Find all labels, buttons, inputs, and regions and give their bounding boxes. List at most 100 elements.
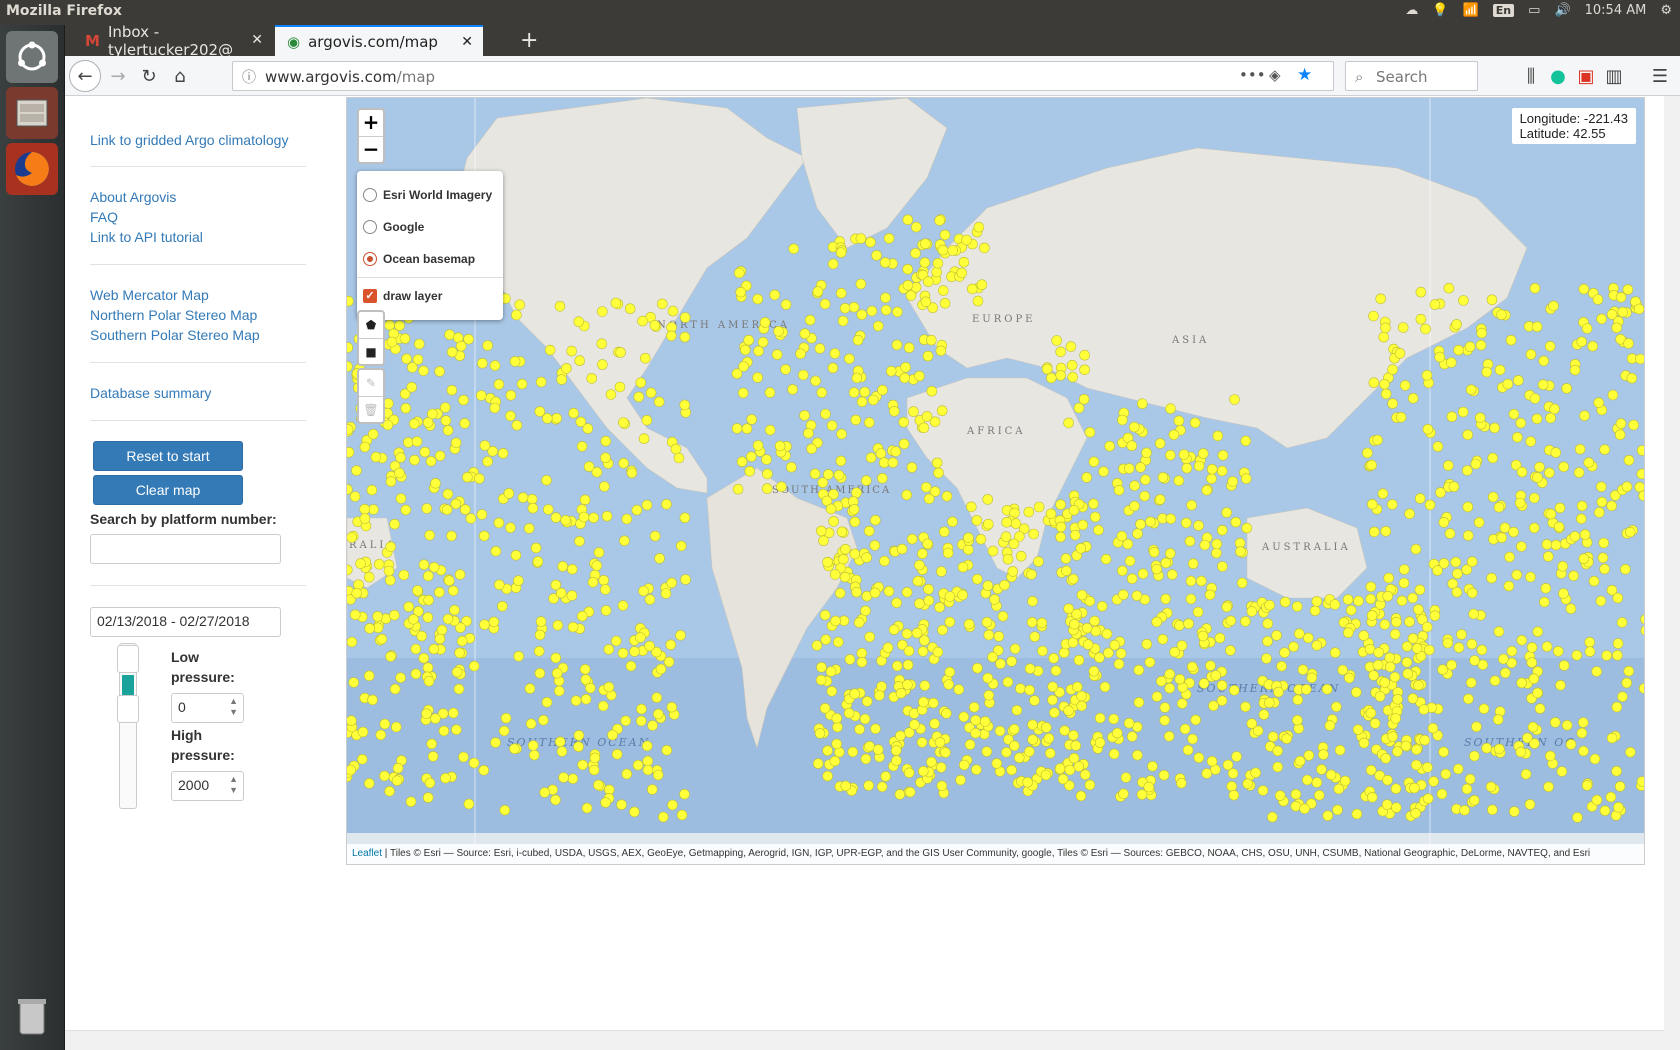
page-actions-icon[interactable]: ••• xyxy=(1239,66,1266,84)
float-marker[interactable] xyxy=(1365,707,1377,719)
float-marker[interactable] xyxy=(680,574,691,585)
battery-icon[interactable]: ▭ xyxy=(1528,3,1540,18)
float-marker[interactable] xyxy=(598,574,610,586)
float-marker[interactable] xyxy=(1126,731,1138,742)
float-marker[interactable] xyxy=(497,600,508,612)
tab-argovis[interactable]: ◉ argovis.com/map ✕ xyxy=(275,25,483,56)
float-marker[interactable] xyxy=(1382,590,1393,602)
float-marker[interactable] xyxy=(1623,454,1635,466)
float-marker[interactable] xyxy=(1399,380,1411,391)
float-marker[interactable] xyxy=(1128,421,1140,433)
float-marker[interactable] xyxy=(1380,753,1392,764)
float-marker[interactable] xyxy=(1383,572,1394,584)
float-marker[interactable] xyxy=(1345,604,1357,616)
float-marker[interactable] xyxy=(1204,589,1216,601)
float-marker[interactable] xyxy=(1525,571,1536,583)
float-marker[interactable] xyxy=(1235,546,1246,557)
float-marker[interactable] xyxy=(855,233,867,244)
float-marker[interactable] xyxy=(575,416,587,428)
float-marker[interactable] xyxy=(1262,635,1273,647)
float-marker[interactable] xyxy=(1033,501,1045,513)
float-marker[interactable] xyxy=(1613,801,1624,813)
float-marker[interactable] xyxy=(934,737,946,748)
float-marker[interactable] xyxy=(877,384,888,396)
ubuntu-dash-icon[interactable] xyxy=(6,31,58,83)
float-marker[interactable] xyxy=(926,385,938,397)
url-bar[interactable]: ⓘ www.argovis.com/map ••• ◈ ★ xyxy=(232,61,1334,91)
float-marker[interactable] xyxy=(560,514,571,526)
float-marker[interactable] xyxy=(679,331,691,343)
float-marker[interactable] xyxy=(1104,440,1116,452)
float-marker[interactable] xyxy=(844,654,856,665)
platform-search-input[interactable] xyxy=(90,534,281,564)
map-canvas[interactable]: NORTH AMERICA EUROPE ASIA AFRICA SOUTH A… xyxy=(347,98,1645,865)
float-marker[interactable] xyxy=(905,290,917,301)
float-marker[interactable] xyxy=(1428,776,1439,787)
float-marker[interactable] xyxy=(917,765,929,777)
float-marker[interactable] xyxy=(1528,673,1540,685)
float-marker[interactable] xyxy=(655,663,667,675)
float-marker[interactable] xyxy=(1576,336,1587,348)
float-marker[interactable] xyxy=(940,747,951,758)
float-marker[interactable] xyxy=(875,448,887,459)
float-marker[interactable] xyxy=(1309,605,1321,617)
float-marker[interactable] xyxy=(1281,733,1293,745)
bookmark-star-icon[interactable]: ★ xyxy=(1297,65,1312,85)
float-marker[interactable] xyxy=(1240,473,1252,485)
float-marker[interactable] xyxy=(863,780,875,791)
float-marker[interactable] xyxy=(372,611,383,622)
float-marker[interactable] xyxy=(618,457,629,469)
float-marker[interactable] xyxy=(1212,430,1224,442)
float-marker[interactable] xyxy=(597,359,608,370)
float-marker[interactable] xyxy=(830,615,841,627)
float-marker[interactable] xyxy=(389,518,400,530)
float-marker[interactable] xyxy=(1410,543,1422,555)
float-marker[interactable] xyxy=(1496,532,1507,544)
float-marker[interactable] xyxy=(865,452,877,464)
float-marker[interactable] xyxy=(541,696,553,708)
radio-button[interactable] xyxy=(363,188,377,202)
float-marker[interactable] xyxy=(1227,768,1239,779)
float-marker[interactable] xyxy=(780,299,792,310)
float-marker[interactable] xyxy=(406,381,417,393)
float-marker[interactable] xyxy=(514,299,525,311)
float-marker[interactable] xyxy=(450,437,462,449)
float-marker[interactable] xyxy=(1133,697,1145,708)
float-marker[interactable] xyxy=(478,530,490,542)
float-marker[interactable] xyxy=(1193,520,1204,531)
float-marker[interactable] xyxy=(430,713,441,724)
float-marker[interactable] xyxy=(1468,608,1479,620)
float-marker[interactable] xyxy=(1189,417,1201,429)
float-marker[interactable] xyxy=(1391,802,1402,813)
float-marker[interactable] xyxy=(1318,749,1329,760)
float-marker[interactable] xyxy=(577,759,588,771)
float-marker[interactable] xyxy=(882,642,894,654)
float-marker[interactable] xyxy=(860,605,871,617)
float-marker[interactable] xyxy=(509,743,520,755)
float-marker[interactable] xyxy=(454,569,466,580)
float-marker[interactable] xyxy=(1576,500,1588,512)
float-marker[interactable] xyxy=(1306,672,1318,684)
float-marker[interactable] xyxy=(568,407,579,419)
float-marker[interactable] xyxy=(1554,502,1566,514)
float-marker[interactable] xyxy=(1068,752,1080,764)
float-marker[interactable] xyxy=(660,588,672,599)
float-marker[interactable] xyxy=(1176,777,1187,789)
float-marker[interactable] xyxy=(769,289,781,301)
float-marker[interactable] xyxy=(1469,750,1480,762)
float-marker[interactable] xyxy=(731,423,743,434)
float-marker[interactable] xyxy=(911,627,923,639)
float-marker[interactable] xyxy=(957,561,969,573)
float-marker[interactable] xyxy=(566,345,577,357)
float-marker[interactable] xyxy=(1389,628,1401,640)
float-marker[interactable] xyxy=(739,344,751,356)
float-marker[interactable] xyxy=(1436,788,1448,800)
float-marker[interactable] xyxy=(527,502,539,514)
float-marker[interactable] xyxy=(1424,644,1435,656)
float-marker[interactable] xyxy=(856,396,868,408)
float-marker[interactable] xyxy=(1463,530,1474,541)
float-marker[interactable] xyxy=(1591,794,1603,806)
float-marker[interactable] xyxy=(1077,519,1089,531)
float-marker[interactable] xyxy=(1055,531,1066,543)
float-marker[interactable] xyxy=(1094,712,1106,724)
